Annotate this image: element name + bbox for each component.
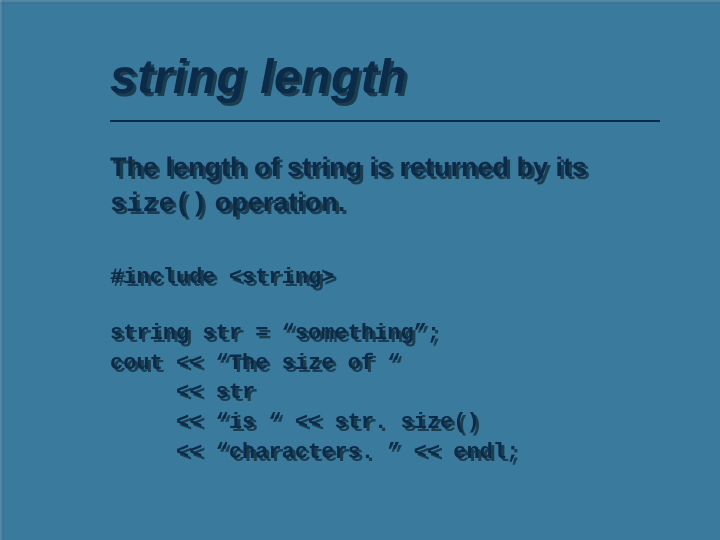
code-line-1: string str = “something”; bbox=[110, 321, 440, 346]
body-period: . bbox=[338, 187, 346, 217]
title-divider bbox=[110, 120, 660, 122]
bevel-left bbox=[0, 0, 4, 540]
code-line-4: << “is “ << str. size() bbox=[110, 410, 480, 435]
code-line-2: cout << “The size of “ bbox=[110, 351, 400, 376]
code-block: #include <string> string str = “somethin… bbox=[110, 263, 660, 467]
body-code-inline: size() bbox=[110, 190, 207, 220]
code-line-3: << str bbox=[110, 380, 255, 405]
slide-content: string length The length of string is re… bbox=[0, 0, 720, 467]
slide-title: string length bbox=[110, 50, 660, 105]
body-paragraph: The length of string is returned by its … bbox=[110, 150, 660, 223]
code-include: #include <string> bbox=[110, 265, 334, 290]
code-line-5: << “characters. ” << endl; bbox=[110, 440, 519, 465]
body-text-1: The length of string is returned by its bbox=[110, 152, 587, 182]
slide: string length The length of string is re… bbox=[0, 0, 720, 540]
body-text-2: operation bbox=[207, 187, 338, 217]
code-gap bbox=[110, 293, 660, 319]
bevel-top bbox=[0, 0, 720, 4]
